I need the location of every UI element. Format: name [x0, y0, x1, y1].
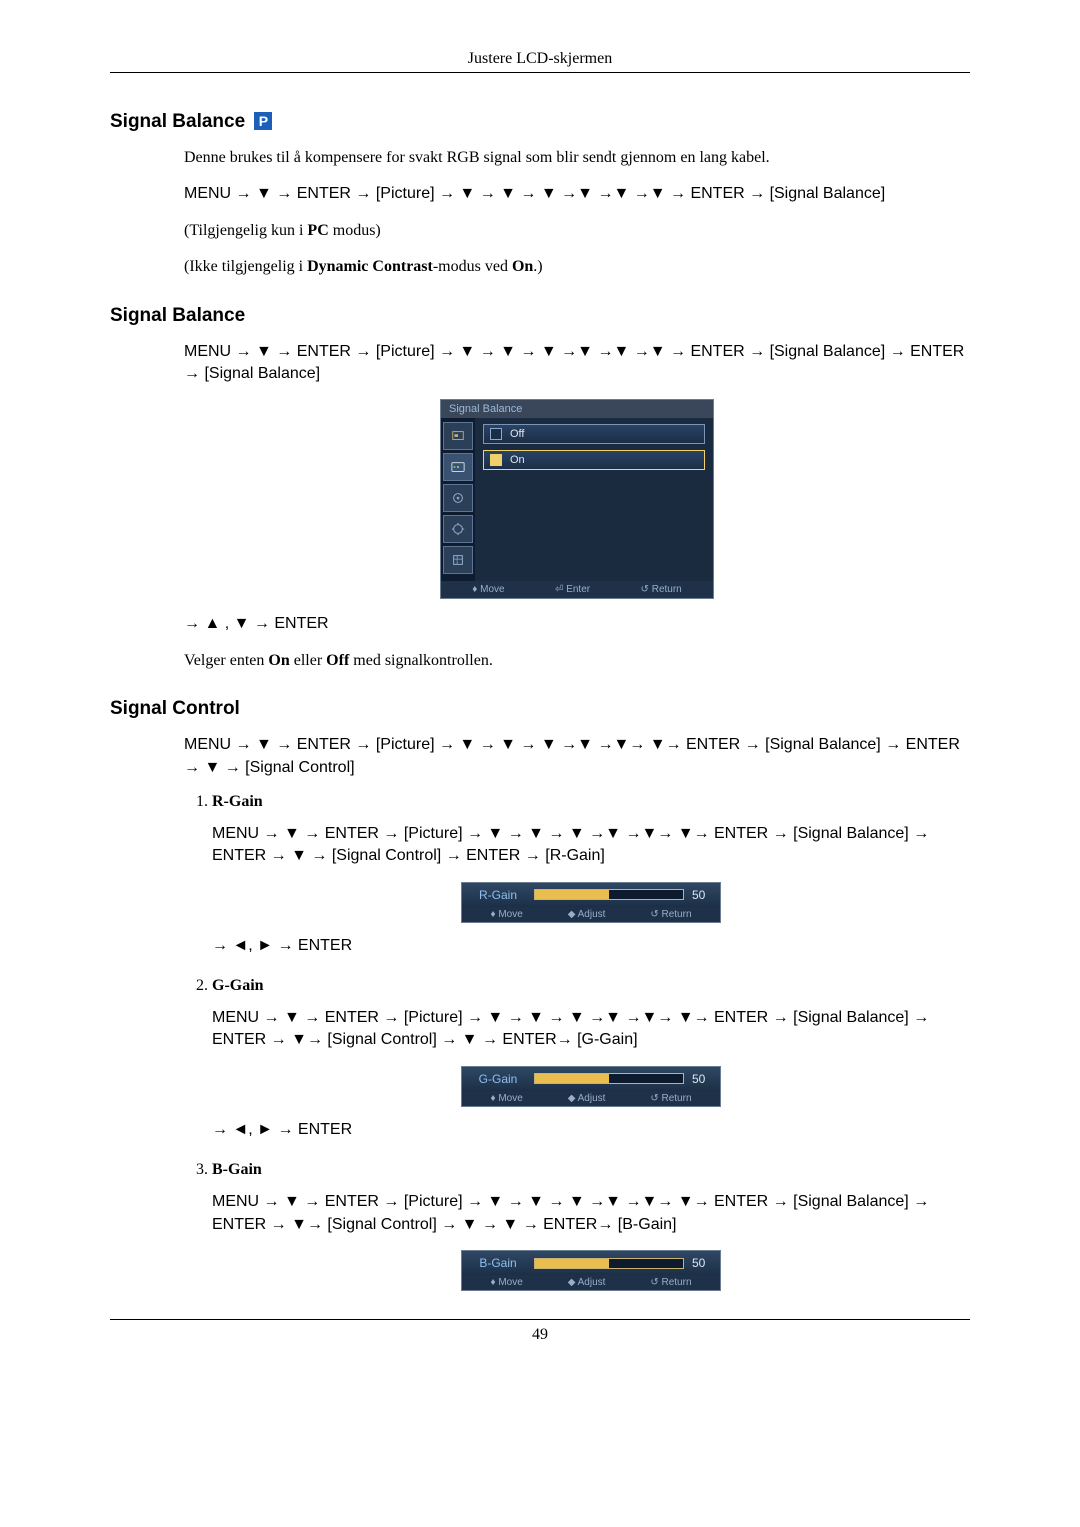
footer-move: ♦ Move [490, 1093, 522, 1104]
heading-signal-control: Signal Control [110, 698, 970, 720]
gain-name: R-Gain [212, 793, 263, 810]
osd-slider[interactable] [534, 1073, 684, 1084]
heading-signal-balance-p: Signal Balance P [110, 111, 970, 133]
list-item-bgain: B-Gain MENU → ▼ → ENTER → [Picture] → ▼ … [212, 1161, 970, 1291]
osd-slider-label: B-Gain [470, 1256, 526, 1270]
osd-title: Signal Balance [441, 400, 713, 418]
osd-bgain: B-Gain 50 ♦ Move ◆ Adjust ↺ Return [461, 1250, 721, 1291]
footer-move: ♦ Move [472, 584, 504, 595]
osd-slider-label: R-Gain [470, 888, 526, 902]
gain-name: B-Gain [212, 1161, 262, 1178]
signal-balance-desc: Denne brukes til å kompensere for svakt … [184, 147, 970, 169]
nav-leftright-enter: → ◄, ► → ENTER [212, 1119, 970, 1141]
heading-signal-balance: Signal Balance [110, 305, 970, 327]
page-footer: 49 [110, 1319, 970, 1344]
osd-slider-value: 50 [692, 1256, 712, 1270]
osd-slider-label: G-Gain [470, 1072, 526, 1086]
osd-tab-icon [443, 453, 473, 481]
nav-path-2: MENU → ▼ → ENTER → [Picture] → ▼ → ▼ → ▼… [184, 341, 970, 386]
osd-slider-value: 50 [692, 888, 712, 902]
footer-adjust: ◆ Adjust [568, 909, 606, 920]
list-item-ggain: G-Gain MENU → ▼ → ENTER → [Picture] → ▼ … [212, 977, 970, 1141]
heading-text: Signal Balance [110, 111, 245, 132]
radio-icon [490, 428, 502, 440]
note-pc-only: (Tilgjengelig kun i PC modus) [184, 220, 970, 242]
osd-ggain: G-Gain 50 ♦ Move ◆ Adjust ↺ Return [461, 1066, 721, 1107]
pc-mode-icon: P [254, 112, 272, 130]
osd-slider-value: 50 [692, 1072, 712, 1086]
nav-path-bgain: MENU → ▼ → ENTER → [Picture] → ▼ → ▼ → ▼… [212, 1191, 970, 1236]
osd-signal-balance: Signal Balance Off On ♦ Move [440, 399, 714, 599]
nav-path-signal-control: MENU → ▼ → ENTER → [Picture] → ▼ → ▼ → ▼… [184, 734, 970, 779]
radio-icon [490, 454, 502, 466]
osd-tab-icon [443, 422, 473, 450]
osd-tab-icon [443, 515, 473, 543]
note-dynamic-contrast: (Ikke tilgjengelig i Dynamic Contrast-mo… [184, 256, 970, 278]
footer-adjust: ◆ Adjust [568, 1277, 606, 1288]
footer-move: ♦ Move [490, 1277, 522, 1288]
osd-slider[interactable] [534, 1258, 684, 1269]
page-header: Justere LCD-skjermen [110, 50, 970, 73]
osd-sidebar [441, 418, 475, 581]
osd-tab-icon [443, 484, 473, 512]
osd-tab-icon [443, 546, 473, 574]
osd-option-off[interactable]: Off [483, 424, 705, 444]
footer-move: ♦ Move [490, 909, 522, 920]
footer-return: ↺ Return [650, 1277, 691, 1288]
nav-path-1: MENU → ▼ → ENTER → [Picture] → ▼ → ▼ → ▼… [184, 183, 970, 205]
osd-footer: ♦ Move ⏎ Enter ↺ Return [441, 581, 713, 598]
signal-balance-onoff-desc: Velger enten On eller Off med signalkont… [184, 650, 970, 672]
nav-path-rgain: MENU → ▼ → ENTER → [Picture] → ▼ → ▼ → ▼… [212, 823, 970, 868]
nav-path-ggain: MENU → ▼ → ENTER → [Picture] → ▼ → ▼ → ▼… [212, 1007, 970, 1052]
gain-name: G-Gain [212, 977, 264, 994]
footer-enter: ⏎ Enter [555, 584, 590, 595]
osd-option-label: Off [510, 428, 524, 440]
nav-leftright-enter: → ◄, ► → ENTER [212, 935, 970, 957]
osd-option-on[interactable]: On [483, 450, 705, 470]
osd-rgain: R-Gain 50 ♦ Move ◆ Adjust ↺ Return [461, 882, 721, 923]
footer-return: ↺ Return [650, 1093, 691, 1104]
gain-list: R-Gain MENU → ▼ → ENTER → [Picture] → ▼ … [184, 793, 970, 1291]
list-item-rgain: R-Gain MENU → ▼ → ENTER → [Picture] → ▼ … [212, 793, 970, 957]
osd-slider[interactable] [534, 889, 684, 900]
nav-updown-enter: → ▲ , ▼ → ENTER [184, 613, 970, 635]
footer-return: ↺ Return [641, 584, 682, 595]
footer-return: ↺ Return [650, 909, 691, 920]
footer-adjust: ◆ Adjust [568, 1093, 606, 1104]
osd-option-label: On [510, 454, 525, 466]
